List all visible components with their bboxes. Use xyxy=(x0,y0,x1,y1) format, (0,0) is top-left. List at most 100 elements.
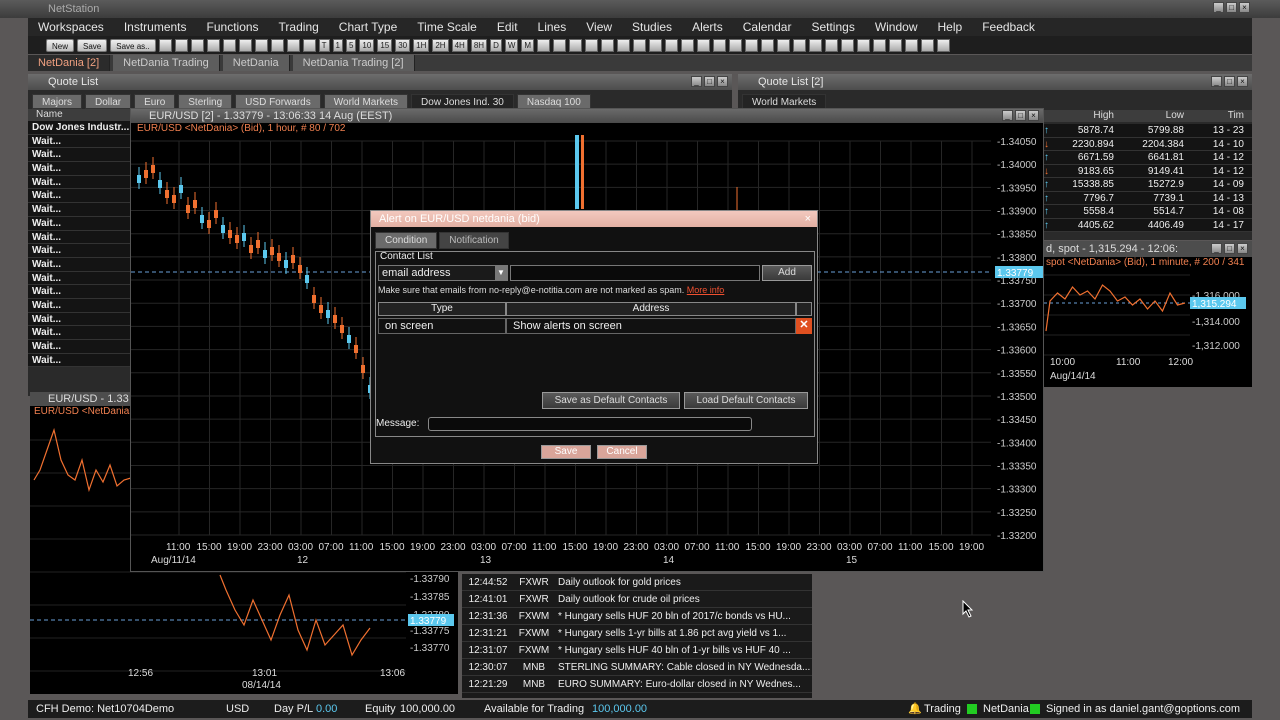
maximize-icon[interactable]: □ xyxy=(1224,243,1235,254)
menu-help[interactable]: Help xyxy=(928,18,973,36)
tool-icon[interactable] xyxy=(174,38,188,52)
timeframe-button[interactable]: 8H xyxy=(470,38,488,52)
delete-contact-icon[interactable]: ✕ xyxy=(796,318,812,334)
quote-row[interactable]: Wait... xyxy=(28,162,130,176)
tool-icon[interactable] xyxy=(254,38,268,52)
contacts-table-row[interactable]: on screen Show alerts on screen ✕ xyxy=(378,318,812,334)
menu-studies[interactable]: Studies xyxy=(622,18,682,36)
timeframe-button[interactable]: 5 xyxy=(345,38,357,52)
tool-icon[interactable] xyxy=(857,38,871,52)
timeframe-button[interactable]: D xyxy=(490,38,502,52)
quote-row[interactable]: Wait... xyxy=(28,271,130,286)
quote-row[interactable]: Wait... xyxy=(28,326,130,340)
timeframe-button[interactable]: 15 xyxy=(377,38,393,52)
tool-icon[interactable] xyxy=(761,38,775,52)
maximize-icon[interactable]: □ xyxy=(1224,76,1235,87)
quote-row[interactable]: Wait... xyxy=(28,216,130,231)
quote-row[interactable]: Wait... xyxy=(28,257,130,272)
tool-icon[interactable] xyxy=(222,38,236,52)
news-item[interactable]: 12:31:36 FXWM * Hungary sells HUF 20 bln o… xyxy=(462,608,812,625)
news-item[interactable]: 12:31:21 FXWM * Hungary sells 1-yr bills a… xyxy=(462,625,812,642)
close-icon[interactable]: × xyxy=(1237,243,1248,254)
menu-functions[interactable]: Functions xyxy=(197,18,269,36)
tool-icon[interactable] xyxy=(793,38,807,52)
save-button[interactable]: Save xyxy=(77,38,108,52)
tool-icon[interactable] xyxy=(729,38,743,52)
timeframe-button[interactable]: 10 xyxy=(359,38,375,52)
close-icon[interactable]: × xyxy=(1237,76,1248,87)
quote-tab[interactable]: Sterling xyxy=(178,94,233,109)
quote-row[interactable]: ↓ 9183.65 9149.41 14 - 12 xyxy=(1044,164,1252,178)
tool-icon[interactable] xyxy=(713,38,727,52)
tool-icon[interactable] xyxy=(841,38,855,52)
tool-icon[interactable] xyxy=(649,38,663,52)
quote-row[interactable]: Wait... xyxy=(28,230,130,245)
timeframe-button[interactable]: M xyxy=(521,38,535,52)
save-default-contacts-button[interactable]: Save as Default Contacts xyxy=(542,392,680,409)
quote-tab[interactable]: Nasdaq 100 xyxy=(516,94,591,109)
menu-time-scale[interactable]: Time Scale xyxy=(407,18,487,36)
gold-chart-canvas[interactable]: -1,316.000-1,314.000-1,312.0001,315.2941… xyxy=(1044,271,1252,387)
tool-icon[interactable] xyxy=(777,38,791,52)
menu-window[interactable]: Window xyxy=(865,18,928,36)
quote-tab[interactable]: World Markets xyxy=(323,94,409,109)
tool-icon[interactable] xyxy=(937,38,951,52)
timeframe-button[interactable]: 2H xyxy=(432,38,449,52)
tool-icon[interactable] xyxy=(569,38,583,52)
quote-tab[interactable]: Majors xyxy=(32,94,83,109)
tool-icon[interactable] xyxy=(553,38,567,52)
save-as-button[interactable]: Save as.. xyxy=(110,38,156,52)
minimize-icon[interactable]: _ xyxy=(1002,110,1013,121)
workspace-tab[interactable]: NetDania xyxy=(222,55,290,71)
tool-icon[interactable] xyxy=(238,38,252,52)
tool-icon[interactable] xyxy=(745,38,759,52)
address-input[interactable] xyxy=(510,265,760,281)
message-input[interactable] xyxy=(428,417,752,431)
close-icon[interactable]: × xyxy=(1028,110,1039,121)
minimize-icon[interactable]: _ xyxy=(1213,2,1224,13)
tool-icon[interactable] xyxy=(206,38,220,52)
maximize-icon[interactable]: □ xyxy=(704,76,715,87)
cancel-button[interactable]: Cancel xyxy=(597,445,647,459)
quote-row[interactable]: ↑ 15338.85 15272.9 14 - 09 xyxy=(1044,178,1252,192)
close-icon[interactable]: × xyxy=(717,76,728,87)
tool-icon[interactable] xyxy=(633,38,647,52)
tool-icon[interactable] xyxy=(537,38,551,52)
tab-notification[interactable]: Notification xyxy=(439,232,509,249)
quote-row[interactable]: Wait... xyxy=(28,285,130,299)
workspace-tab[interactable]: NetDania Trading xyxy=(113,55,220,71)
tool-icon[interactable] xyxy=(270,38,284,52)
quote-row[interactable]: ↑ 7796.7 7739.1 14 - 13 xyxy=(1044,191,1252,205)
tab-world-markets[interactable]: World Markets xyxy=(742,94,827,109)
timeframe-button[interactable]: 1H xyxy=(413,38,430,52)
news-item[interactable]: 12:41:01 FXWR Daily outlook for crude oil … xyxy=(462,591,812,608)
tool-icon[interactable] xyxy=(697,38,711,52)
menu-workspaces[interactable]: Workspaces xyxy=(28,18,114,36)
quote-tab[interactable]: Dow Jones Ind. 30 xyxy=(411,94,514,109)
quote-row[interactable]: Wait... xyxy=(28,189,130,204)
tool-icon[interactable] xyxy=(889,38,903,52)
menu-chart-type[interactable]: Chart Type xyxy=(329,18,407,36)
timeframe-button[interactable]: W xyxy=(504,38,519,52)
quote-row[interactable]: ↑ 4405.62 4406.49 14 - 17 xyxy=(1044,218,1252,232)
new-button[interactable]: New xyxy=(46,38,75,52)
tool-icon[interactable] xyxy=(585,38,599,52)
quote-row[interactable]: ↑ 5878.74 5799.88 13 - 23 xyxy=(1044,124,1252,138)
menu-edit[interactable]: Edit xyxy=(487,18,528,36)
quote-row[interactable]: Wait... xyxy=(28,148,130,163)
load-default-contacts-button[interactable]: Load Default Contacts xyxy=(684,392,808,409)
quote-row[interactable]: Dow Jones Industr... xyxy=(28,121,130,135)
close-icon[interactable]: × xyxy=(805,211,811,227)
tool-icon[interactable] xyxy=(873,38,887,52)
tool-icon[interactable] xyxy=(905,38,919,52)
menu-settings[interactable]: Settings xyxy=(801,18,864,36)
timeframe-button[interactable]: 30 xyxy=(395,38,411,52)
minimize-icon[interactable]: _ xyxy=(1211,243,1222,254)
quote-row[interactable]: Wait... xyxy=(28,298,130,313)
quote-row[interactable]: Wait... xyxy=(28,244,130,258)
quote-row[interactable]: Wait... xyxy=(28,312,130,327)
minimize-icon[interactable]: _ xyxy=(691,76,702,87)
quote-tab[interactable]: USD Forwards xyxy=(235,94,321,109)
quote-row[interactable]: ↑ 5558.4 5514.7 14 - 08 xyxy=(1044,205,1252,219)
quote-row[interactable]: Wait... xyxy=(28,203,130,217)
